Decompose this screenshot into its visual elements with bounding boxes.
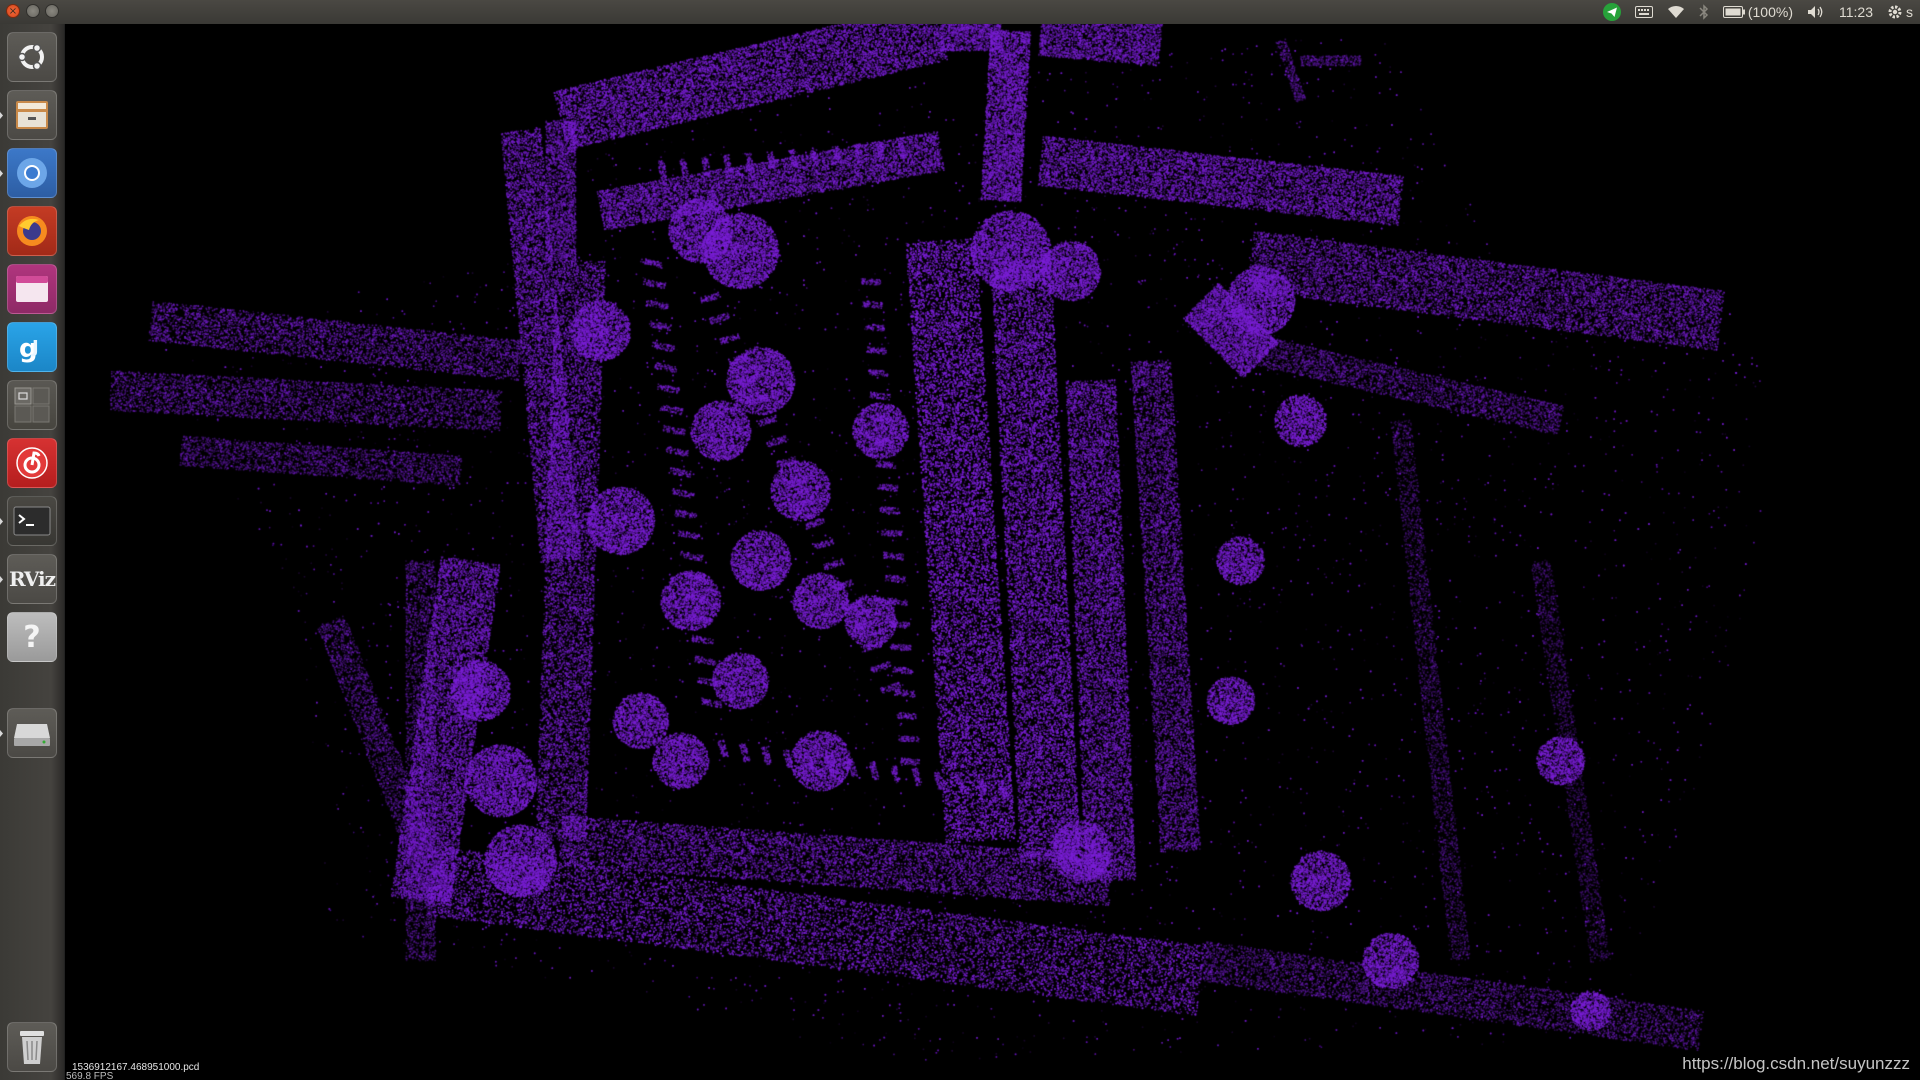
gear-icon: [1888, 5, 1902, 19]
hard-drive-icon: [14, 724, 50, 746]
watermark-url: https://blog.csdn.net/suyunzzz: [1682, 1054, 1910, 1073]
file-cabinet-icon: [16, 101, 48, 129]
telegram-icon: [1602, 3, 1621, 21]
close-window-button[interactable]: ×: [6, 4, 20, 18]
wifi-icon: [1667, 5, 1684, 18]
keyboard-icon: [1634, 6, 1653, 18]
rviz-icon: RViz: [8, 567, 56, 591]
point-cloud-render[interactable]: [64, 24, 1920, 1080]
launcher-app-window[interactable]: [7, 264, 57, 314]
fps-label: 569.8 FPS: [66, 1071, 114, 1080]
battery-percent: (100%): [1747, 4, 1793, 20]
indicator-area: (100%) 11:23 s: [1596, 0, 1920, 24]
launcher-qq-pinyin[interactable]: g J: [7, 322, 57, 372]
launcher-terminal[interactable]: [7, 496, 57, 546]
help-icon: ?: [23, 619, 41, 655]
launcher-netease-music[interactable]: [7, 438, 57, 488]
wifi-indicator[interactable]: [1660, 0, 1692, 24]
speaker-icon: [1808, 6, 1823, 18]
pink-window-icon: [16, 276, 48, 302]
sound-indicator[interactable]: [1800, 0, 1832, 24]
launcher-rviz[interactable]: RViz: [7, 554, 57, 604]
battery-indicator[interactable]: (100%): [1716, 0, 1800, 24]
launcher-trash[interactable]: [7, 1022, 57, 1072]
chromium-icon: [17, 158, 47, 188]
bluetooth-icon: [1699, 4, 1708, 20]
clock[interactable]: 11:23: [1832, 0, 1880, 24]
launcher-help[interactable]: ?: [7, 612, 57, 662]
launcher-drive[interactable]: [7, 708, 57, 758]
top-panel: × (100%) 11:23 s: [0, 0, 1920, 24]
trash-icon: [20, 1031, 44, 1064]
desktop-screen: × (100%) 11:23 s g J RViz ? 1536912167.4…: [0, 0, 1920, 1080]
bluetooth-indicator[interactable]: [1692, 0, 1716, 24]
keyboard-indicator[interactable]: [1628, 0, 1660, 24]
terminal-icon: [13, 506, 51, 536]
battery-icon: [1722, 6, 1745, 18]
input-method-icon: g J: [19, 334, 39, 364]
svg-text:J: J: [30, 337, 39, 358]
workspace-icon: [14, 387, 50, 423]
maximize-window-button[interactable]: [45, 4, 59, 18]
session-indicator[interactable]: s: [1880, 0, 1920, 24]
music-icon: [16, 447, 48, 479]
telegram-indicator[interactable]: [1596, 0, 1628, 24]
ubuntu-logo-icon: [17, 43, 44, 71]
launcher-chromium[interactable]: [7, 148, 57, 198]
launcher-workspace-switcher[interactable]: [7, 380, 57, 430]
firefox-icon: [17, 216, 47, 246]
session-label: s: [1906, 4, 1913, 20]
launcher: g J RViz ?: [0, 24, 65, 1080]
pcl-viewer-canvas[interactable]: 1536912167.468951000.pcd 569.8 FPS https…: [64, 24, 1920, 1080]
minimize-window-button[interactable]: [26, 4, 40, 18]
launcher-ubuntu-dash[interactable]: [7, 32, 57, 82]
launcher-files[interactable]: [7, 90, 57, 140]
launcher-firefox[interactable]: [7, 206, 57, 256]
